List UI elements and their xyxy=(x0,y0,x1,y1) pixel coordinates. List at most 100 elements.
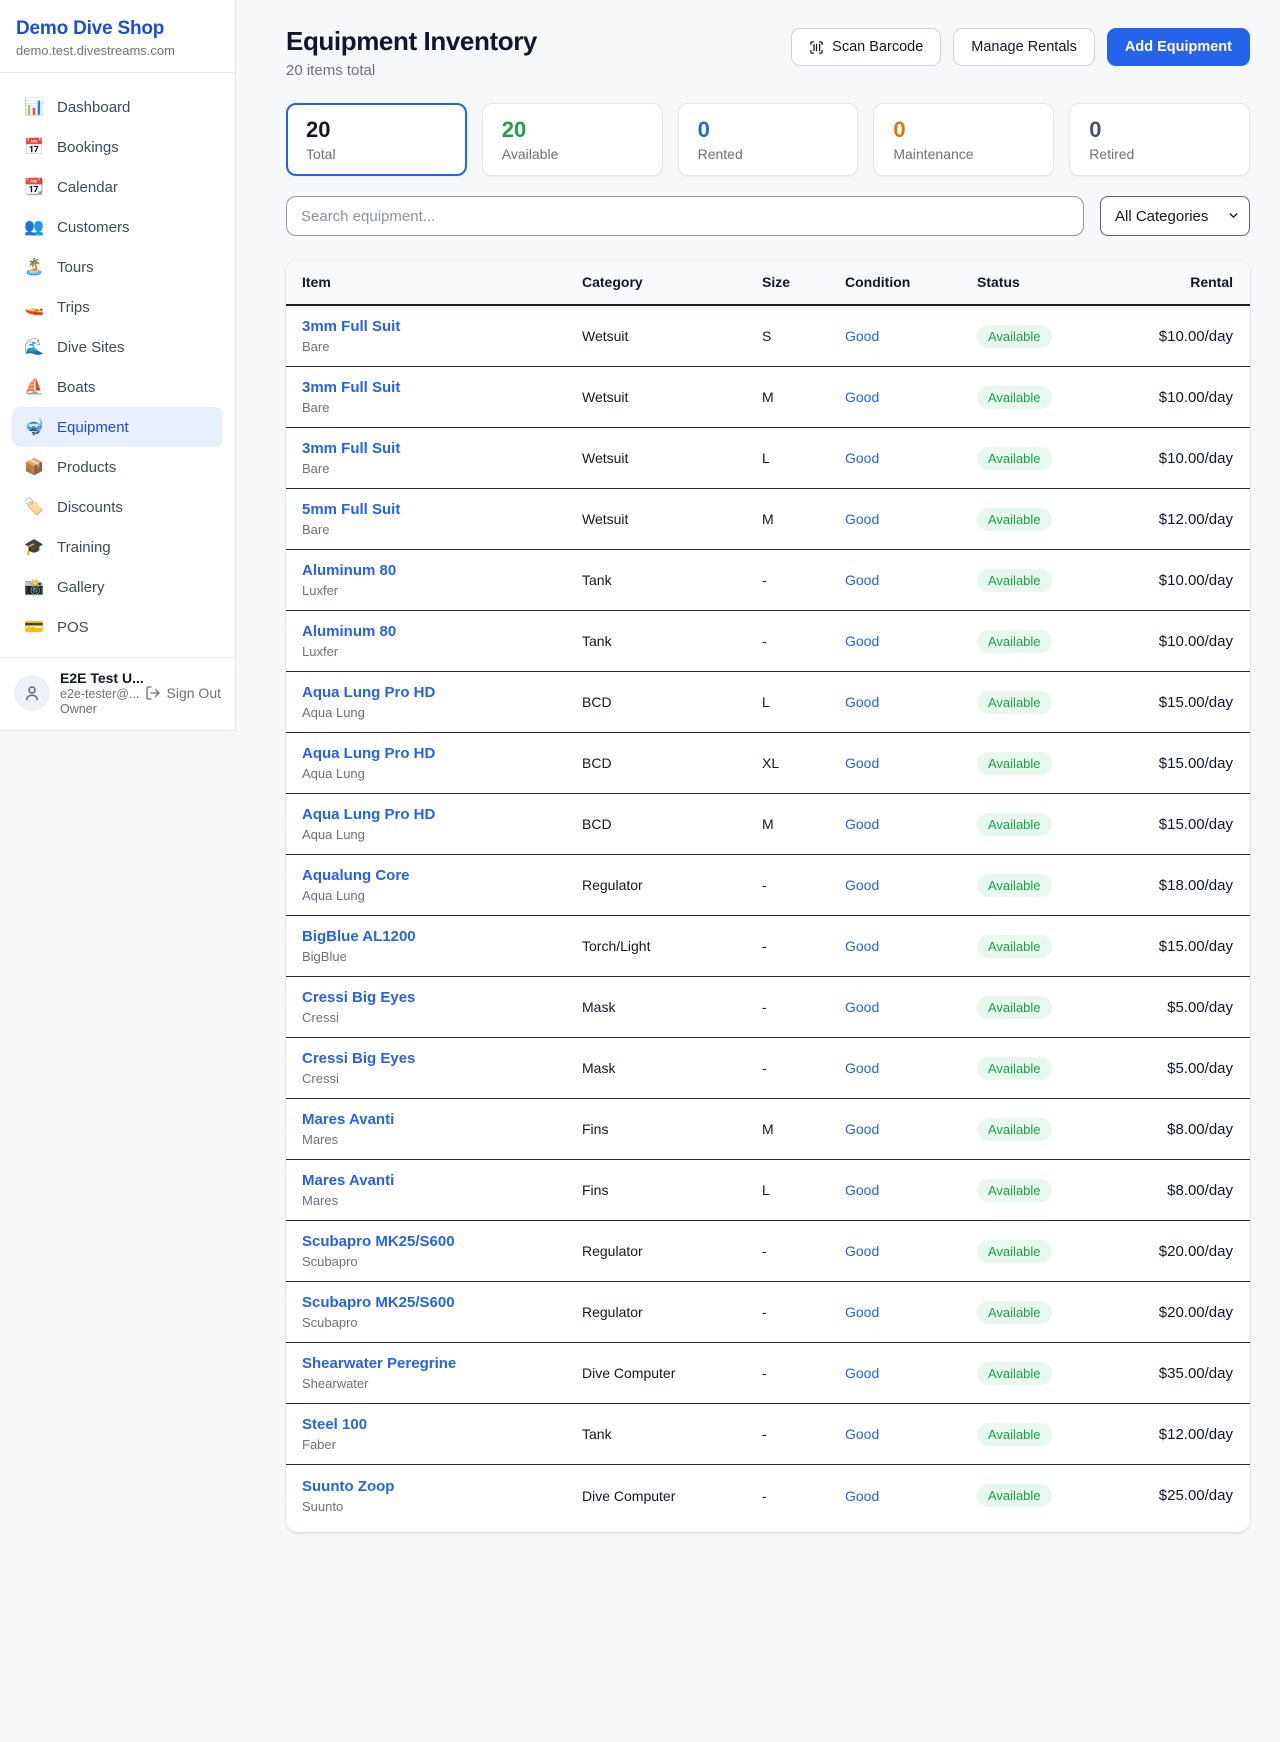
size-cell: L xyxy=(762,1182,845,1198)
sidebar-item-products[interactable]: 📦Products xyxy=(12,447,223,487)
status-badge: Available xyxy=(977,1301,1052,1324)
status-cell: Available xyxy=(977,1057,1127,1080)
header-actions: Scan Barcode Manage Rentals Add Equipmen… xyxy=(791,28,1250,66)
sidebar-item-dive-sites[interactable]: 🌊Dive Sites xyxy=(12,327,223,367)
condition-link[interactable]: Good xyxy=(845,633,879,649)
item-link[interactable]: Scubapro MK25/S600 xyxy=(302,1233,455,1250)
sidebar-item-training[interactable]: 🎓Training xyxy=(12,527,223,567)
condition-link[interactable]: Good xyxy=(845,328,879,344)
sidebar-item-gallery[interactable]: 📸Gallery xyxy=(12,567,223,607)
item-link[interactable]: 3mm Full Suit xyxy=(302,379,400,396)
item-brand: Bare xyxy=(302,461,582,476)
item-link[interactable]: Aluminum 80 xyxy=(302,623,396,640)
item-link[interactable]: Steel 100 xyxy=(302,1416,367,1433)
item-link[interactable]: Aqua Lung Pro HD xyxy=(302,684,435,701)
condition-link[interactable]: Good xyxy=(845,755,879,771)
category-select-wrap: All Categories xyxy=(1100,196,1250,236)
category-select[interactable]: All Categories xyxy=(1100,196,1250,236)
rental-cell: $10.00/day xyxy=(1127,389,1233,406)
table-row: 3mm Full SuitBareWetsuitLGoodAvailable$1… xyxy=(286,428,1250,489)
item-link[interactable]: 3mm Full Suit xyxy=(302,318,400,335)
item-link[interactable]: Cressi Big Eyes xyxy=(302,989,415,1006)
stat-card-retired[interactable]: 0Retired xyxy=(1069,103,1250,176)
condition-link[interactable]: Good xyxy=(845,1426,879,1442)
item-link[interactable]: Aluminum 80 xyxy=(302,562,396,579)
sidebar-item-label: Bookings xyxy=(57,139,119,156)
item-link[interactable]: Aqua Lung Pro HD xyxy=(302,806,435,823)
condition-cell: Good xyxy=(845,999,977,1015)
item-link[interactable]: 3mm Full Suit xyxy=(302,440,400,457)
sidebar-item-trips[interactable]: 🚤Trips xyxy=(12,287,223,327)
condition-link[interactable]: Good xyxy=(845,938,879,954)
table-row: Scubapro MK25/S600ScubaproRegulator-Good… xyxy=(286,1221,1250,1282)
rental-cell: $10.00/day xyxy=(1127,633,1233,650)
item-link[interactable]: Cressi Big Eyes xyxy=(302,1050,415,1067)
status-cell: Available xyxy=(977,752,1127,775)
condition-link[interactable]: Good xyxy=(845,389,879,405)
condition-link[interactable]: Good xyxy=(845,1488,879,1504)
condition-link[interactable]: Good xyxy=(845,511,879,527)
sidebar-item-dashboard[interactable]: 📊Dashboard xyxy=(12,87,223,127)
sign-out-button[interactable]: Sign Out xyxy=(145,685,221,701)
condition-link[interactable]: Good xyxy=(845,877,879,893)
condition-link[interactable]: Good xyxy=(845,450,879,466)
condition-link[interactable]: Good xyxy=(845,1365,879,1381)
table-row: Shearwater PeregrineShearwaterDive Compu… xyxy=(286,1343,1250,1404)
sidebar-item-calendar[interactable]: 📆Calendar xyxy=(12,167,223,207)
table-row: Scubapro MK25/S600ScubaproRegulator-Good… xyxy=(286,1282,1250,1343)
condition-link[interactable]: Good xyxy=(845,999,879,1015)
sidebar-item-pos[interactable]: 💳POS xyxy=(12,607,223,647)
status-badge: Available xyxy=(977,1484,1052,1507)
item-cell: Aqua Lung Pro HDAqua Lung xyxy=(302,745,582,781)
item-link[interactable]: Scubapro MK25/S600 xyxy=(302,1294,455,1311)
stat-card-maintenance[interactable]: 0Maintenance xyxy=(873,103,1054,176)
condition-link[interactable]: Good xyxy=(845,1304,879,1320)
size-cell: M xyxy=(762,511,845,527)
stat-label: Maintenance xyxy=(893,146,1034,162)
stat-card-available[interactable]: 20Available xyxy=(482,103,663,176)
item-link[interactable]: Aqualung Core xyxy=(302,867,410,884)
add-equipment-button[interactable]: Add Equipment xyxy=(1107,28,1250,66)
item-link[interactable]: Aqua Lung Pro HD xyxy=(302,745,435,762)
item-link[interactable]: Mares Avanti xyxy=(302,1111,394,1128)
sidebar-item-equipment[interactable]: 🤿Equipment xyxy=(12,407,223,447)
sidebar-item-label: Dashboard xyxy=(57,99,130,116)
sidebar-item-customers[interactable]: 👥Customers xyxy=(12,207,223,247)
status-cell: Available xyxy=(977,1423,1127,1446)
status-badge: Available xyxy=(977,1179,1052,1202)
item-link[interactable]: Suunto Zoop xyxy=(302,1478,394,1495)
condition-link[interactable]: Good xyxy=(845,1243,879,1259)
stat-card-total[interactable]: 20Total xyxy=(286,103,467,176)
item-link[interactable]: Shearwater Peregrine xyxy=(302,1355,456,1372)
manage-rentals-button[interactable]: Manage Rentals xyxy=(953,28,1095,66)
sidebar-item-bookings[interactable]: 📅Bookings xyxy=(12,127,223,167)
item-link[interactable]: BigBlue AL1200 xyxy=(302,928,416,945)
sidebar-item-discounts[interactable]: 🏷️Discounts xyxy=(12,487,223,527)
item-link[interactable]: 5mm Full Suit xyxy=(302,501,400,518)
rental-cell: $8.00/day xyxy=(1127,1182,1233,1199)
calendar-icon: 📆 xyxy=(24,177,44,197)
condition-link[interactable]: Good xyxy=(845,694,879,710)
condition-link[interactable]: Good xyxy=(845,816,879,832)
condition-link[interactable]: Good xyxy=(845,572,879,588)
condition-link[interactable]: Good xyxy=(845,1121,879,1137)
sidebar-item-tours[interactable]: 🏝️Tours xyxy=(12,247,223,287)
condition-link[interactable]: Good xyxy=(845,1060,879,1076)
search-input[interactable] xyxy=(286,196,1084,236)
manage-rentals-label: Manage Rentals xyxy=(971,39,1077,55)
stat-card-rented[interactable]: 0Rented xyxy=(678,103,859,176)
size-cell: M xyxy=(762,389,845,405)
item-cell: Shearwater PeregrineShearwater xyxy=(302,1355,582,1391)
item-link[interactable]: Mares Avanti xyxy=(302,1172,394,1189)
rental-cell: $10.00/day xyxy=(1127,450,1233,467)
sidebar-item-boats[interactable]: ⛵Boats xyxy=(12,367,223,407)
category-cell: Wetsuit xyxy=(582,389,762,405)
condition-cell: Good xyxy=(845,755,977,771)
category-cell: Dive Computer xyxy=(582,1365,762,1381)
scan-barcode-button[interactable]: Scan Barcode xyxy=(791,28,941,66)
trips-icon: 🚤 xyxy=(24,297,44,317)
rental-cell: $12.00/day xyxy=(1127,1426,1233,1443)
item-cell: 3mm Full Suit Bare xyxy=(302,440,582,476)
condition-link[interactable]: Good xyxy=(845,1182,879,1198)
item-cell: Mares AvantiMares xyxy=(302,1111,582,1147)
